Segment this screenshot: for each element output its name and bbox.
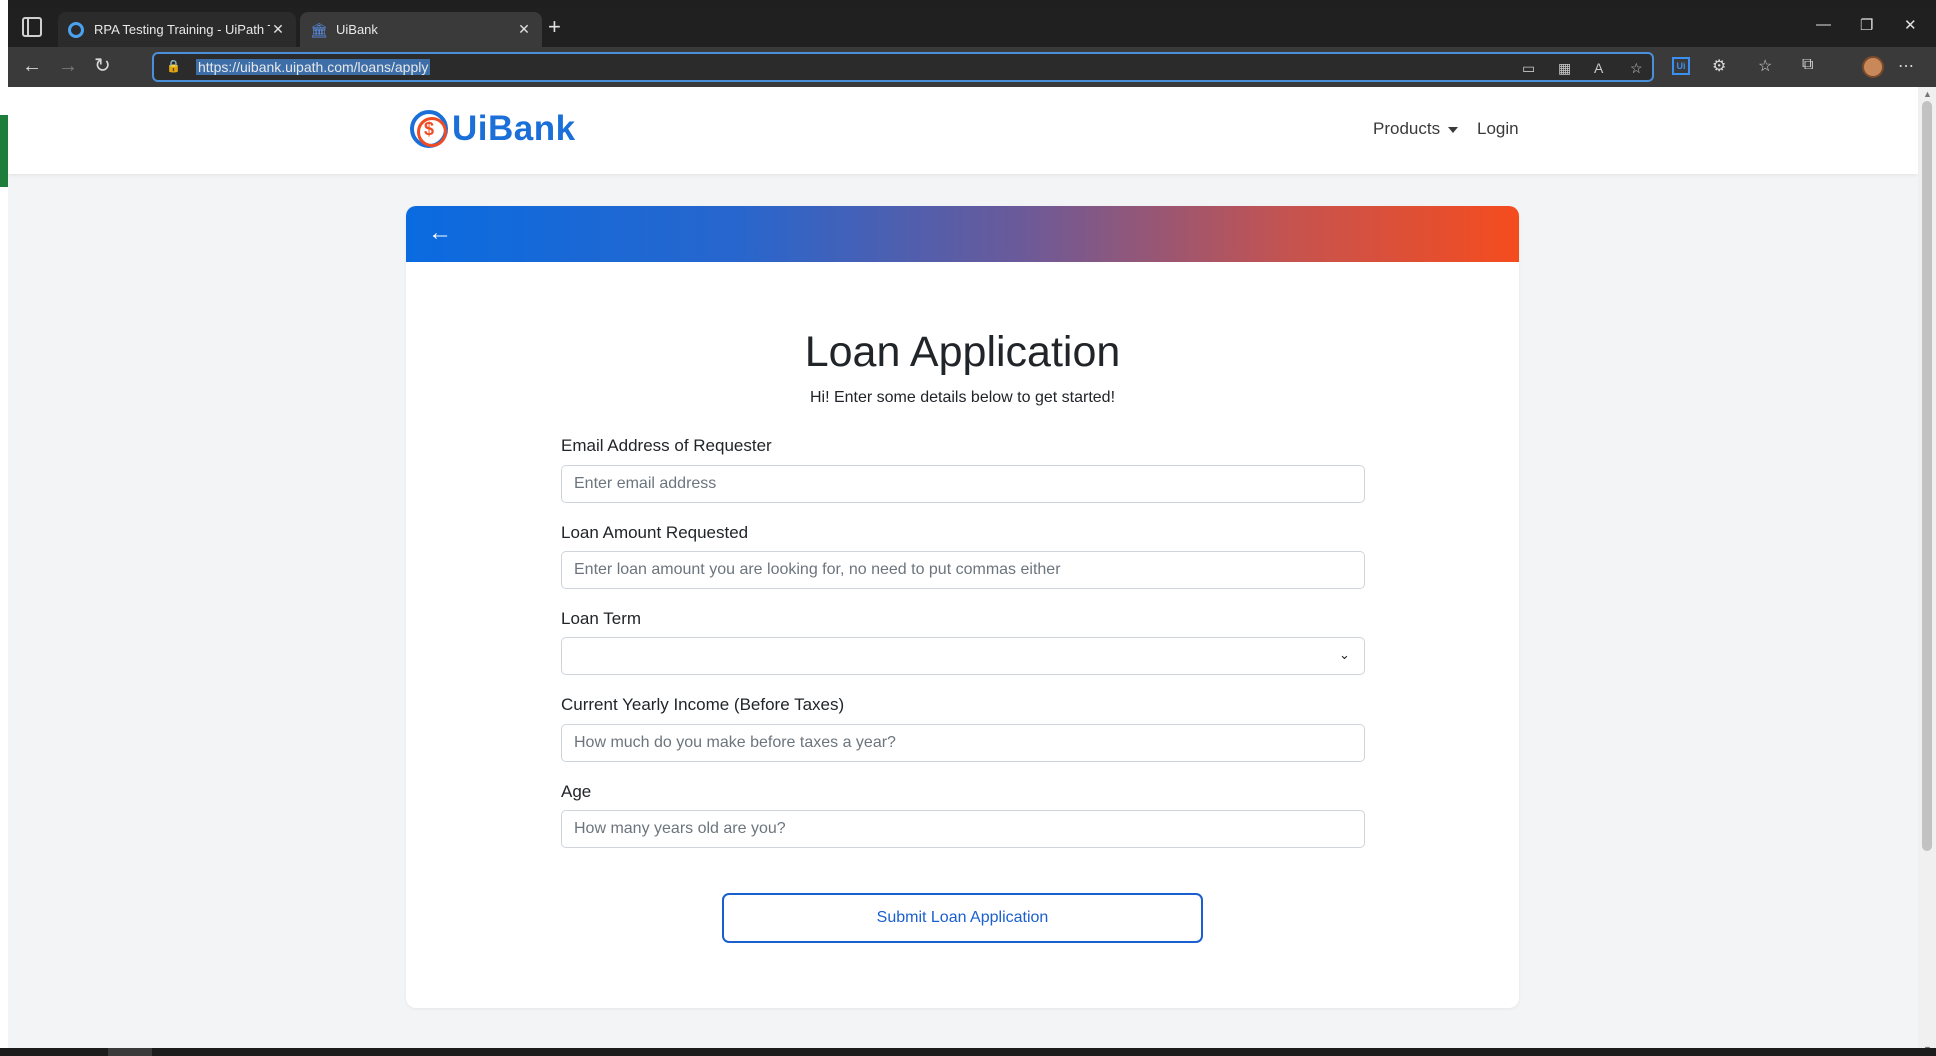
dollar-coin-icon: $ (410, 110, 448, 148)
forward-icon[interactable]: → (58, 55, 78, 77)
caret-down-icon (1448, 126, 1459, 133)
extensions-icon[interactable]: ⚙ (1712, 56, 1726, 76)
read-aloud-icon[interactable]: A (1594, 60, 1603, 76)
logo-text: UiBank (452, 109, 576, 148)
left-edge-accent (0, 115, 8, 187)
minimize-icon[interactable]: — (1816, 16, 1831, 33)
loan-term-label: Loan Term (561, 609, 642, 628)
restore-icon[interactable]: ❐ (1860, 16, 1873, 34)
uibank-logo[interactable]: $ UiBank (410, 109, 576, 149)
close-tab-icon[interactable]: ✕ (516, 21, 532, 38)
collections-icon[interactable]: ⧉ (1802, 56, 1813, 74)
tab-rpa-testing[interactable]: RPA Testing Training - UiPath Te ✕ (58, 12, 296, 47)
lock-icon[interactable]: 🔒 (166, 59, 181, 73)
email-input[interactable] (561, 465, 1365, 503)
new-tab-icon[interactable]: + (548, 16, 561, 38)
tab-actions-icon[interactable] (22, 17, 42, 37)
tab-bar: RPA Testing Training - UiPath Te ✕ 🏛 UiB… (8, 8, 1936, 47)
loan-application-card: ← Loan Application Hi! Enter some detail… (406, 206, 1519, 1008)
loan-amount-label: Loan Amount Requested (561, 523, 749, 542)
app-available-icon[interactable]: ▭ (1522, 60, 1535, 77)
age-label: Age (561, 782, 592, 801)
login-link[interactable]: Login (1477, 119, 1519, 139)
taskbar (0, 1048, 1936, 1056)
favorite-icon[interactable]: ☆ (1630, 60, 1643, 77)
refresh-icon[interactable]: ↻ (94, 55, 111, 77)
card-banner: ← (406, 206, 1519, 262)
favorites-icon[interactable]: ☆ (1758, 56, 1772, 76)
page-subtitle: Hi! Enter some details below to get star… (809, 389, 1116, 406)
more-options-icon[interactable]: ⋯ (1898, 56, 1914, 76)
page-title: Loan Application (804, 328, 1121, 376)
uipath-favicon-icon (68, 21, 84, 38)
age-input[interactable] (561, 810, 1365, 848)
logo-symbol: $ (423, 119, 434, 139)
url-text[interactable]: https://uibank.uipath.com/loans/apply (196, 59, 431, 75)
income-label: Current Yearly Income (Before Taxes) (561, 695, 845, 714)
tab-title: RPA Testing Training - UiPath Te (94, 22, 270, 37)
taskbar-item[interactable] (108, 1048, 152, 1056)
income-input[interactable] (561, 724, 1365, 762)
qr-code-icon[interactable]: ▦ (1558, 60, 1571, 77)
loan-amount-input[interactable] (561, 551, 1365, 589)
tab-title: UiBank (336, 22, 378, 37)
profile-avatar[interactable] (1862, 56, 1884, 78)
bank-favicon-icon: 🏛 (310, 21, 328, 38)
page-scrollbar[interactable]: ▲ ▼ (1918, 87, 1936, 1056)
site-header: $ UiBank Products Login (8, 87, 1918, 174)
browser-window: RPA Testing Training - UiPath Te ✕ 🏛 UiB… (8, 8, 1936, 1056)
address-bar[interactable]: 🔒 https://uibank.uipath.com/loans/apply … (152, 52, 1654, 82)
scroll-up-icon[interactable]: ▲ (1923, 89, 1932, 99)
loan-term-select[interactable] (561, 637, 1365, 675)
tab-uibank[interactable]: 🏛 UiBank ✕ (300, 12, 542, 47)
email-label: Email Address of Requester (561, 436, 772, 455)
products-dropdown[interactable]: Products (1373, 119, 1459, 139)
back-arrow-icon[interactable]: ← (428, 220, 452, 246)
uipath-extension-icon[interactable]: Ui (1672, 57, 1690, 75)
scrollbar-thumb[interactable] (1922, 101, 1932, 851)
web-page: $ UiBank Products Login ← Loan Applicati… (8, 87, 1918, 1056)
submit-loan-button[interactable]: Submit Loan Application (722, 893, 1203, 943)
close-tab-icon[interactable]: ✕ (270, 21, 286, 38)
chevron-down-icon: ⌄ (1339, 647, 1350, 662)
left-edge-strip (0, 0, 8, 1056)
back-icon[interactable]: ← (22, 55, 42, 77)
address-bar-row: ← → ↻ 🔒 https://uibank.uipath.com/loans/… (8, 47, 1936, 87)
products-label: Products (1373, 119, 1441, 138)
close-window-icon[interactable]: ✕ (1904, 16, 1917, 34)
